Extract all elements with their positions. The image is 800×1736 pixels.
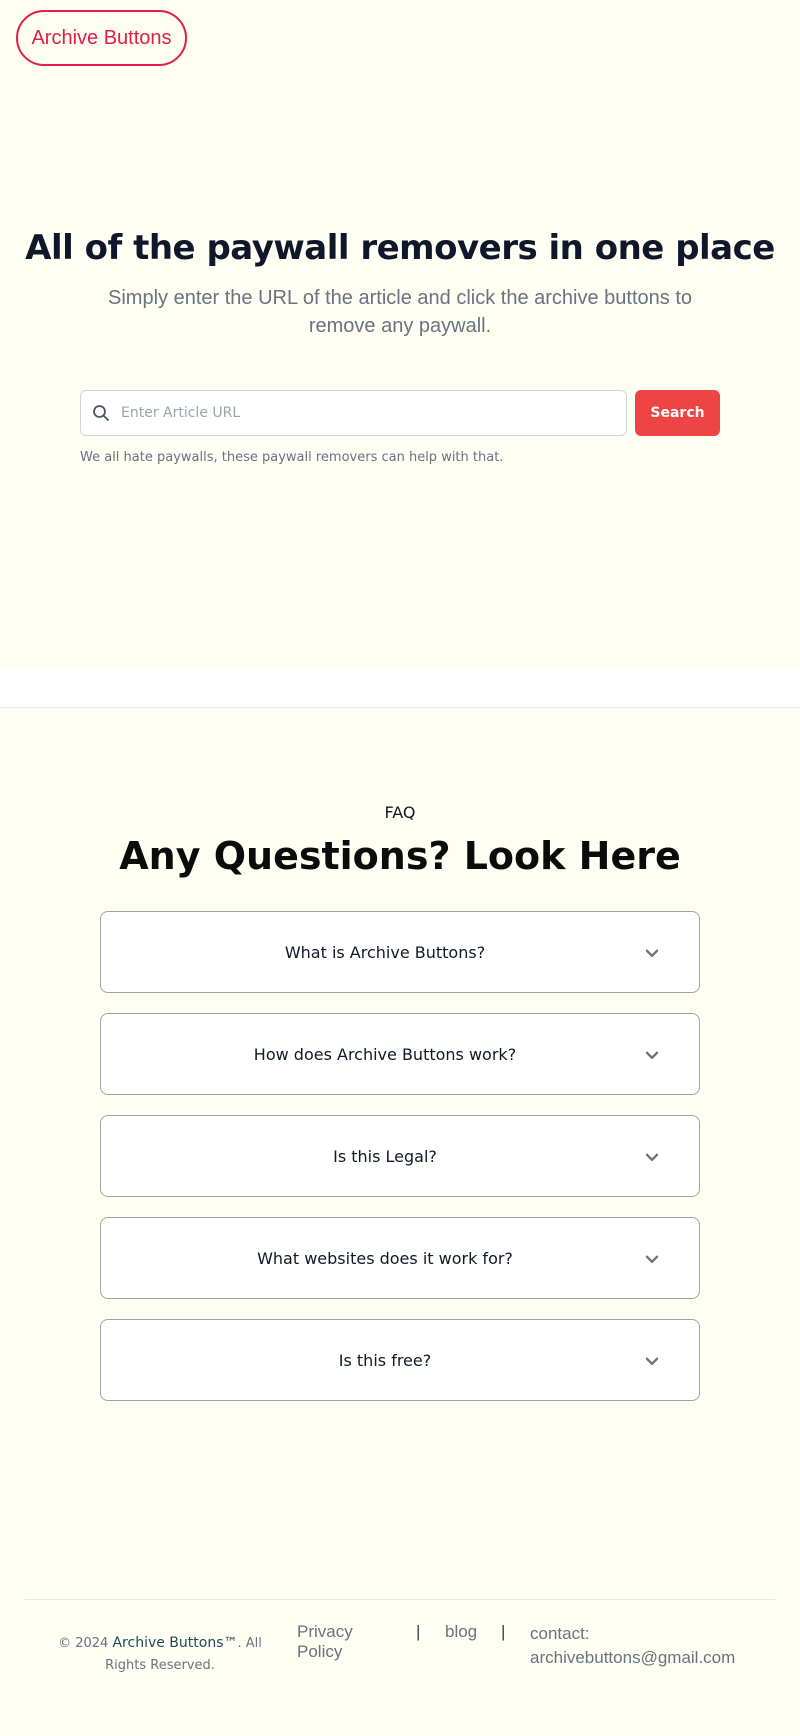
section-divider	[0, 668, 800, 708]
faq-item-free[interactable]: Is this free?	[100, 1319, 700, 1401]
faq-item-legal[interactable]: Is this Legal?	[100, 1115, 700, 1197]
footer-divider	[25, 1599, 775, 1600]
faq-label: FAQ	[384, 803, 416, 822]
hero-title: All of the paywall removers in one place	[25, 228, 775, 268]
faq-item-how-works[interactable]: How does Archive Buttons work?	[100, 1013, 700, 1095]
footer-copyright: © 2024 Archive Buttons™. All Rights Rese…	[40, 1632, 280, 1677]
footer-separator: |	[416, 1622, 421, 1641]
faq-question: What is Archive Buttons?	[284, 942, 486, 962]
faq-question: Is this Legal?	[333, 1146, 437, 1166]
footer-brand-link[interactable]: Archive Buttons™	[112, 1635, 237, 1651]
privacy-policy-link[interactable]: Privacy Policy	[297, 1622, 387, 1662]
faq-title: Any Questions? Look Here	[119, 834, 681, 878]
search-icon	[91, 403, 111, 423]
faq-question: What websites does it work for?	[257, 1248, 513, 1268]
logo-button[interactable]: Archive Buttons	[16, 10, 187, 66]
chevron-down-icon	[643, 945, 661, 963]
hero-note: We all hate paywalls, these paywall remo…	[80, 450, 504, 465]
faq-item-what-is[interactable]: What is Archive Buttons?	[100, 911, 700, 993]
copyright-year: © 2024	[58, 1636, 109, 1651]
chevron-down-icon	[643, 1251, 661, 1269]
faq-list: What is Archive Buttons? How does Archiv…	[100, 911, 700, 1421]
footer-separator: |	[501, 1622, 506, 1641]
hero-subtitle: Simply enter the URL of the article and …	[108, 287, 692, 337]
article-url-input[interactable]	[121, 391, 626, 435]
search-button[interactable]: Search	[635, 390, 720, 436]
faq-item-websites[interactable]: What websites does it work for?	[100, 1217, 700, 1299]
logo-label: Archive Buttons	[31, 26, 172, 49]
chevron-down-icon	[643, 1149, 661, 1167]
faq-question: How does Archive Buttons work?	[253, 1044, 517, 1064]
blog-link[interactable]: blog	[445, 1622, 477, 1642]
search-box	[80, 390, 627, 436]
footer-contact: contact: archivebuttons@gmail.com	[530, 1624, 736, 1667]
chevron-down-icon	[643, 1353, 661, 1371]
chevron-down-icon	[643, 1047, 661, 1065]
faq-question: Is this free?	[338, 1350, 432, 1370]
